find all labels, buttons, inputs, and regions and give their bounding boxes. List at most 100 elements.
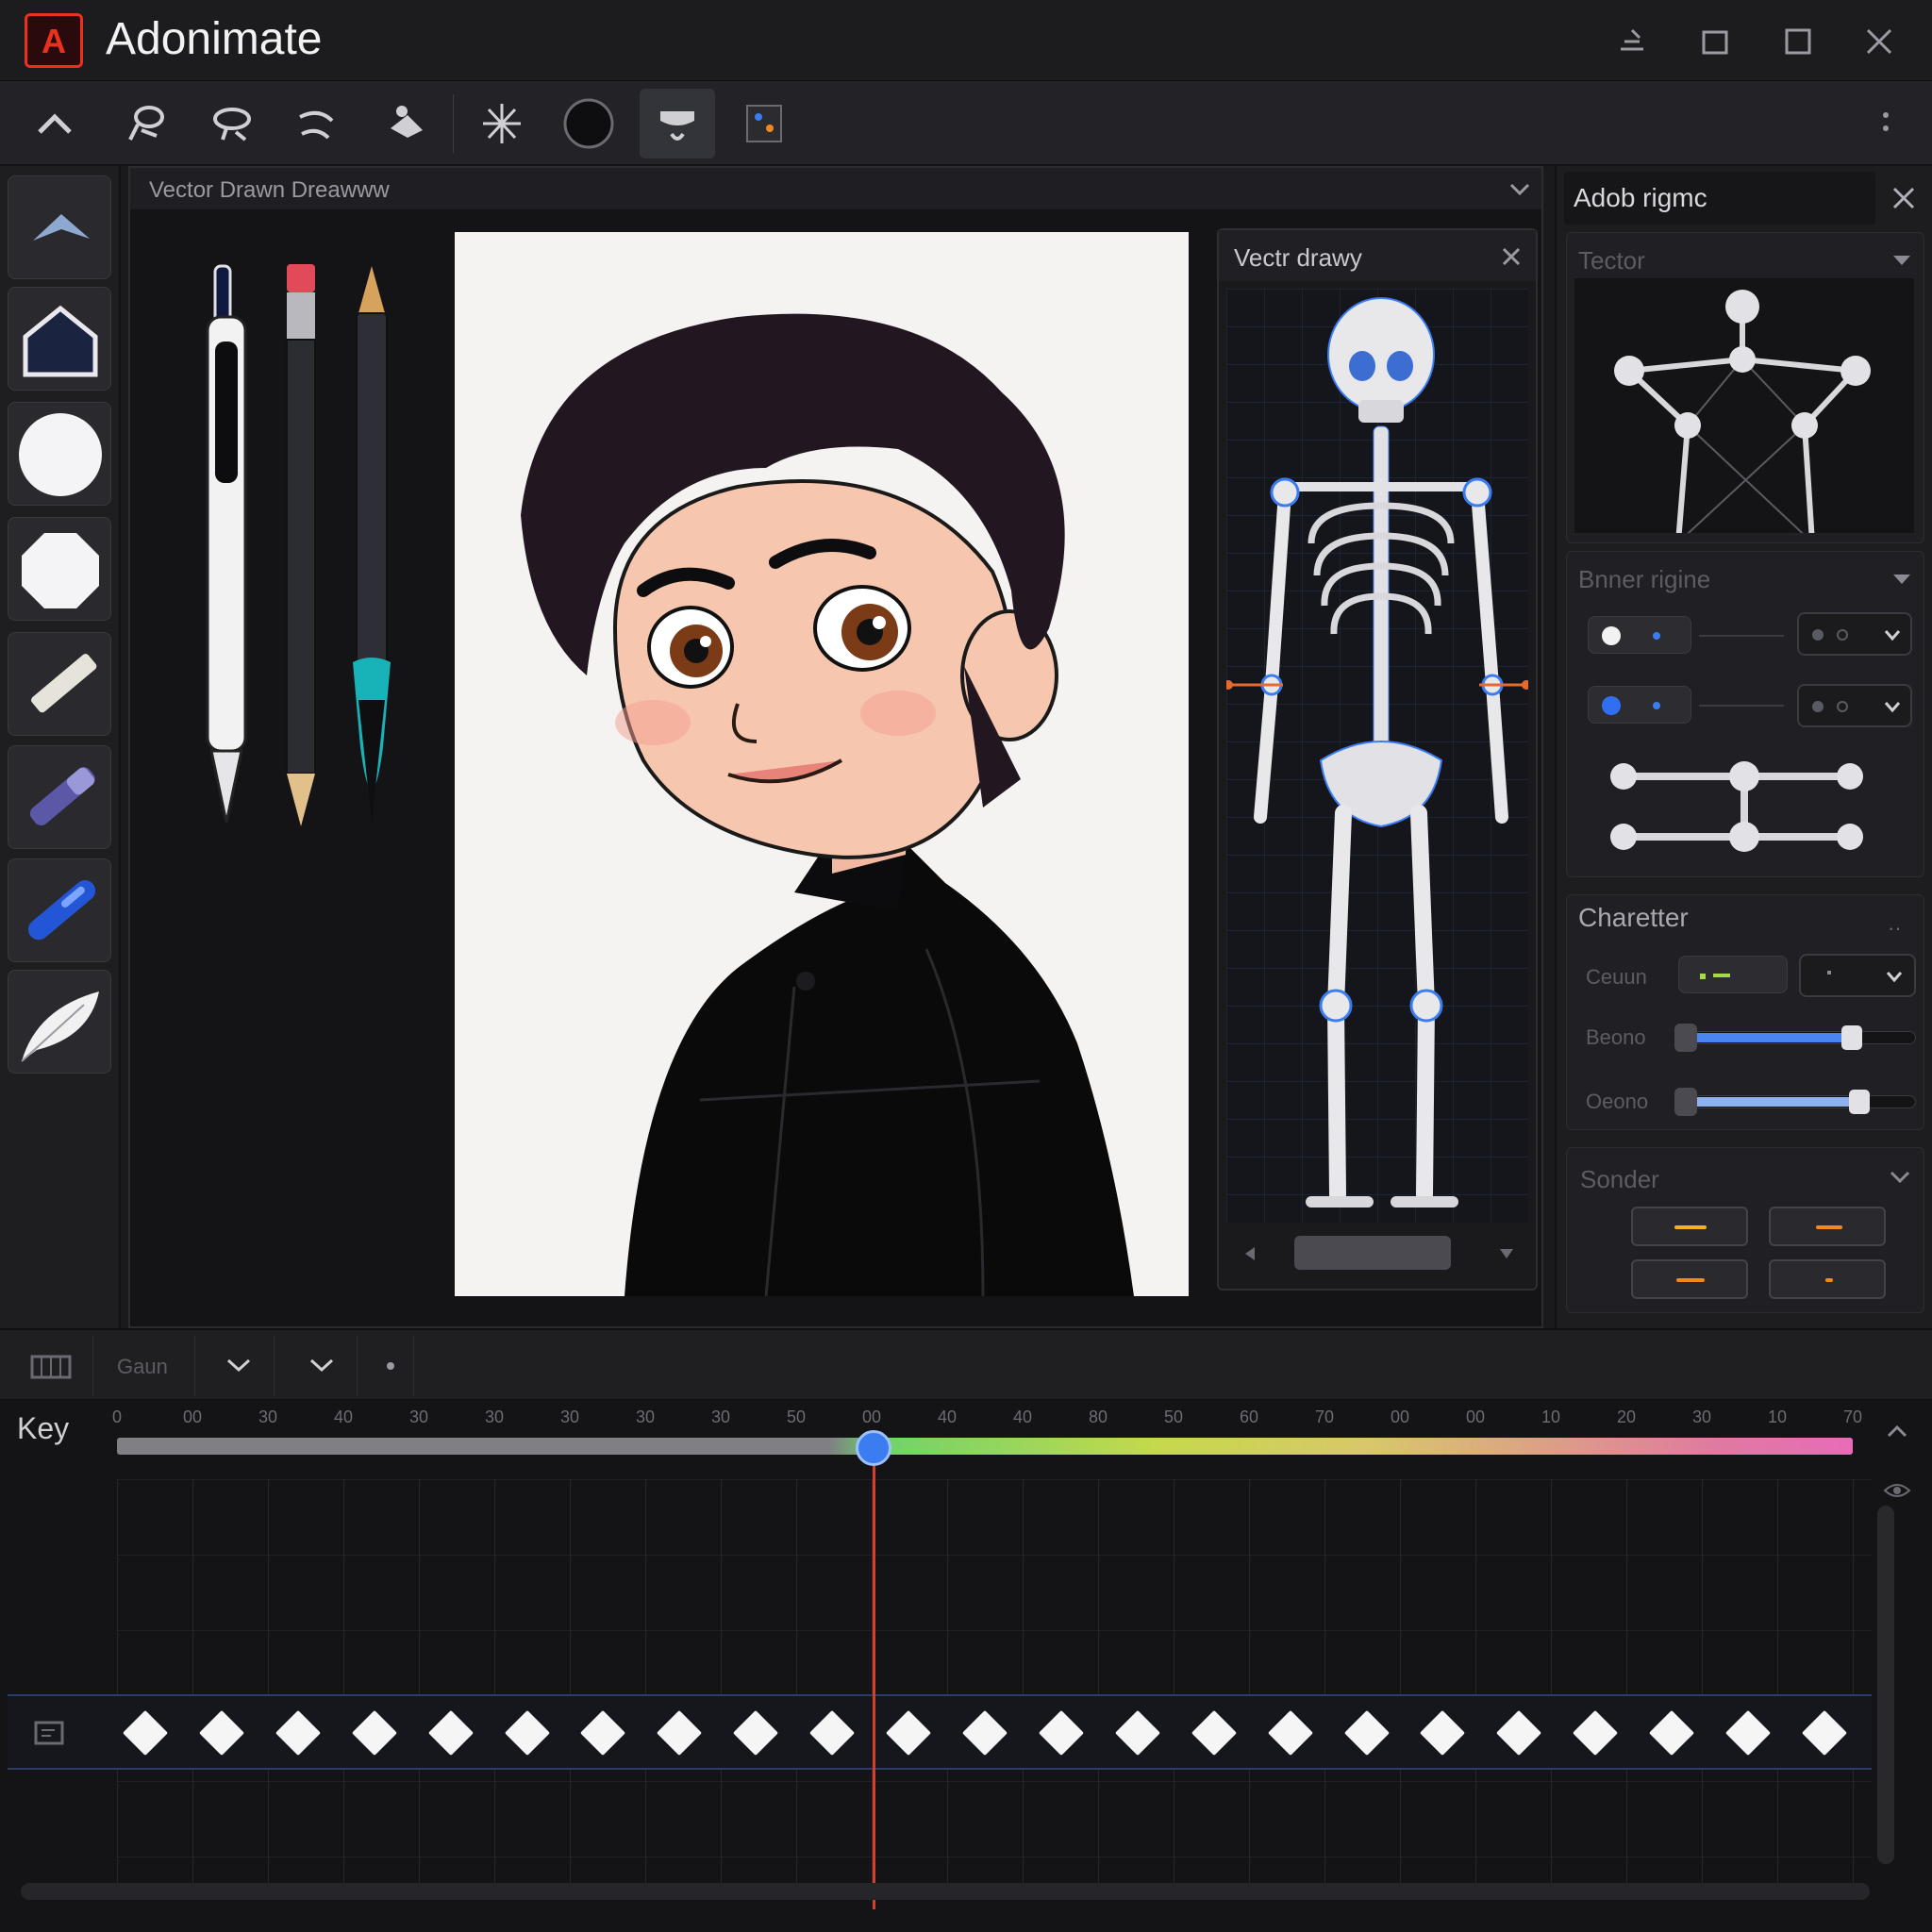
timeline-ruler[interactable]: 0 00 30 40 30 30 30 30 30 50 00 40 40 80 50 60 70 00 00 10 2… <box>112 1400 1862 1434</box>
controller-button-4[interactable] <box>1769 1259 1886 1299</box>
minimize-button[interactable] <box>1694 21 1738 64</box>
character-slider-1[interactable] <box>1674 1024 1916 1052</box>
playhead-handle[interactable] <box>856 1430 892 1466</box>
keyframe[interactable] <box>809 1709 856 1757</box>
keyframe[interactable] <box>122 1709 169 1757</box>
timeline-tick: 30 <box>635 1407 656 1426</box>
skeleton-scrollbar[interactable] <box>1294 1236 1451 1270</box>
timeline-dot-icon[interactable] <box>387 1362 394 1370</box>
keyframe[interactable] <box>1114 1709 1160 1757</box>
tool-pen[interactable] <box>8 858 111 962</box>
timeline-horizontal-scrollbar[interactable] <box>21 1883 1870 1900</box>
keyframe[interactable] <box>1573 1709 1619 1757</box>
timeline-tick: 00 <box>182 1407 203 1426</box>
lasso-select-icon[interactable] <box>109 89 185 158</box>
drawing-panel-tabs[interactable]: Vector Drawn Dreawww <box>149 177 390 204</box>
keyframe[interactable] <box>733 1709 779 1757</box>
sparkle-icon[interactable] <box>464 89 540 158</box>
keyframe[interactable] <box>1038 1709 1084 1757</box>
chevron-down-icon[interactable] <box>1506 175 1534 202</box>
keyframe[interactable] <box>198 1709 244 1757</box>
slider-knob[interactable] <box>1840 1025 1862 1050</box>
timeline-layer-label[interactable]: Gaun <box>117 1355 168 1379</box>
film-strip-icon[interactable] <box>28 1351 75 1383</box>
controller-button-2[interactable] <box>1769 1207 1886 1246</box>
keyframe[interactable] <box>1191 1709 1237 1757</box>
chevron-down-icon[interactable] <box>223 1351 255 1379</box>
keyframe[interactable] <box>1649 1709 1695 1757</box>
keyframe[interactable] <box>275 1709 321 1757</box>
lasso-icon[interactable] <box>194 89 270 158</box>
keyframe[interactable] <box>1496 1709 1542 1757</box>
paint-bucket-icon[interactable] <box>370 89 445 158</box>
eraser-icon <box>31 654 97 713</box>
bone-tool-icon[interactable] <box>640 89 715 158</box>
skeleton-viewport[interactable] <box>1224 289 1531 1223</box>
chevron-down-icon[interactable] <box>1494 1241 1519 1266</box>
bone-dropdown-2[interactable] <box>1797 684 1912 727</box>
circle-tool-icon[interactable] <box>551 89 626 158</box>
chevron-down-icon[interactable] <box>1890 250 1914 271</box>
tool-octagon[interactable] <box>8 517 111 621</box>
keyframe[interactable] <box>504 1709 550 1757</box>
bone-toggle-blue[interactable] <box>1588 686 1691 724</box>
key-label: Key <box>17 1411 70 1445</box>
chevron-down-icon[interactable] <box>306 1351 338 1379</box>
keyframe[interactable] <box>427 1709 474 1757</box>
timeline-tick: 30 <box>710 1407 731 1426</box>
chevron-up-icon[interactable] <box>1883 1419 1911 1443</box>
character-color-pill[interactable] <box>1678 956 1788 993</box>
vector-section-label: Tector <box>1578 246 1645 275</box>
keyframe-track[interactable] <box>8 1694 1872 1770</box>
drawing-panel-header: Vector Drawn Dreawww <box>130 168 1541 209</box>
keyframe[interactable] <box>1801 1709 1848 1757</box>
maximize-button[interactable] <box>1777 21 1821 64</box>
rig-panel-icon[interactable] <box>726 89 802 158</box>
bone-dropdown-1[interactable] <box>1797 612 1912 656</box>
tool-arrow[interactable] <box>8 175 111 279</box>
chevron-down-icon[interactable] <box>1890 569 1914 590</box>
keyframe[interactable] <box>1420 1709 1466 1757</box>
keyframe[interactable] <box>580 1709 626 1757</box>
eye-icon[interactable] <box>1881 1477 1913 1504</box>
character-slider-2[interactable] <box>1674 1088 1916 1116</box>
close-icon[interactable] <box>1889 183 1919 213</box>
keyframe[interactable] <box>961 1709 1008 1757</box>
tool-polygon[interactable] <box>8 287 111 391</box>
keyframe[interactable] <box>657 1709 703 1757</box>
timeline-tick: 10 <box>1541 1407 1561 1426</box>
character-dropdown[interactable] <box>1799 954 1916 997</box>
tool-eraser[interactable] <box>8 632 111 736</box>
close-icon[interactable] <box>1498 243 1524 270</box>
timeline-scrubber[interactable] <box>117 1438 1853 1455</box>
dropdown-ring <box>1837 629 1848 641</box>
controller-button-3[interactable] <box>1631 1259 1748 1299</box>
chevron-down-icon[interactable] <box>1888 1167 1912 1188</box>
character-more-icon[interactable]: ·· <box>1888 916 1902 941</box>
tool-ellipse[interactable] <box>8 402 111 506</box>
keyframe[interactable] <box>1343 1709 1390 1757</box>
keyframe[interactable] <box>1725 1709 1772 1757</box>
chevron-up-icon[interactable] <box>17 89 92 158</box>
timeline-tracks[interactable] <box>117 1479 1872 1894</box>
slider-fill <box>1686 1033 1852 1042</box>
timeline-tick: 60 <box>1239 1407 1259 1426</box>
more-options-icon[interactable] <box>1872 100 1900 147</box>
timeline-vertical-scrollbar[interactable] <box>1877 1506 1894 1864</box>
curve-tool-icon[interactable] <box>279 89 355 158</box>
timeline-tick: 30 <box>258 1407 278 1426</box>
bone-toggle-white[interactable] <box>1588 616 1691 654</box>
keyframe[interactable] <box>886 1709 932 1757</box>
close-window-button[interactable] <box>1858 21 1902 64</box>
playhead-line <box>873 1466 876 1909</box>
keyframe[interactable] <box>351 1709 397 1757</box>
slider-knob[interactable] <box>1848 1090 1870 1114</box>
tool-feather[interactable] <box>8 970 111 1074</box>
keyframe[interactable] <box>1267 1709 1313 1757</box>
skeleton-panel: Vectr drawy <box>1217 228 1538 1291</box>
pin-icon[interactable] <box>1611 21 1655 64</box>
tool-marker[interactable] <box>8 745 111 849</box>
controller-button-1[interactable] <box>1631 1207 1748 1246</box>
chevron-left-icon[interactable] <box>1238 1241 1262 1266</box>
drawing-canvas[interactable] <box>455 232 1189 1296</box>
